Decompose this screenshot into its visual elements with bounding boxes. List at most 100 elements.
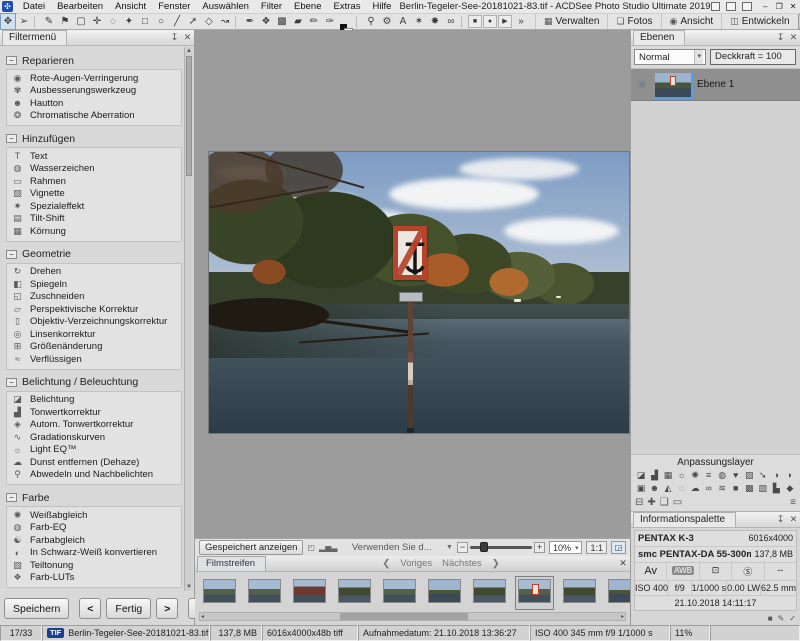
adj-gradient-icon[interactable]: ➘	[757, 470, 769, 481]
stop-button-icon[interactable]: ■	[468, 15, 482, 28]
menu-item[interactable]: Hilfe	[366, 0, 397, 14]
thumbnail-image[interactable]	[563, 579, 596, 603]
zoom-level-select[interactable]: 10% ▾	[549, 541, 583, 554]
blend-mode-select[interactable]: Normal ▾	[634, 49, 706, 65]
close-filmstrip-icon[interactable]: ✕	[616, 558, 630, 569]
pin-icon[interactable]: ↧	[168, 32, 181, 43]
filter-item[interactable]: ✾ Ausbesserungswerkzeug	[11, 85, 181, 98]
filmstrip-thumbnail[interactable]	[470, 576, 509, 610]
menu-item[interactable]: Fenster	[152, 0, 196, 14]
paint-tool-icon[interactable]: ❖	[258, 14, 274, 29]
play-button-icon[interactable]: ▶	[498, 15, 512, 28]
scroll-right-icon[interactable]: ▸	[621, 613, 624, 621]
polygon-tool-icon[interactable]: ◇	[201, 14, 217, 29]
hand-tool-icon[interactable]: ✥	[0, 13, 16, 30]
smart-brush-icon[interactable]: ✎	[41, 14, 57, 29]
filmstrip-thumbnail[interactable]	[560, 576, 599, 610]
collapse-icon[interactable]: −	[6, 250, 17, 259]
separator[interactable]	[235, 16, 240, 28]
filter-item[interactable]: T Text	[11, 150, 181, 163]
layer-visibility-icon[interactable]: ◉	[635, 79, 649, 90]
adj-vibrance-icon[interactable]: ▣	[635, 483, 647, 494]
filter-item[interactable]: ◍ Farb-EQ	[11, 522, 181, 535]
layer-thumbnail[interactable]	[655, 73, 691, 97]
dodge-tool-icon[interactable]: ✏	[306, 14, 322, 29]
close-button[interactable]: ✕	[786, 0, 800, 14]
chevron-down-icon[interactable]: ▾	[694, 50, 703, 64]
filter-item[interactable]: ◐ In Schwarz-Weiß konvertieren	[11, 547, 181, 560]
collapse-icon[interactable]: −	[6, 378, 17, 387]
filter-item[interactable]: ◧ Spiegeln	[11, 278, 181, 291]
filter-item[interactable]: ≈ Verflüssigen	[11, 353, 181, 366]
image-canvas[interactable]	[195, 30, 631, 538]
rectangle-tool-icon[interactable]: □	[137, 14, 153, 29]
next-button[interactable]: Nächstes	[442, 558, 482, 569]
adj-white-balance-icon[interactable]: ✺	[689, 470, 701, 481]
chevron-down-icon[interactable]: ▼	[446, 544, 453, 551]
filter-item[interactable]: ◍ Wasserzeichen	[11, 163, 181, 176]
close-panel-icon[interactable]: ✕	[181, 32, 194, 43]
adj-curves-icon[interactable]: ▦	[662, 470, 674, 481]
actual-size-button[interactable]: 1:1	[586, 541, 607, 554]
filter-panel-tab[interactable]: Filtermenü	[2, 30, 67, 45]
separator[interactable]	[461, 16, 466, 28]
filmstrip-thumbnail[interactable]	[380, 576, 419, 610]
adj-sharpen-icon[interactable]: ◭	[662, 483, 674, 494]
adj-dodge-burn-icon[interactable]: ◑	[770, 470, 782, 481]
chevron-right-icon[interactable]: ❯	[492, 558, 500, 569]
histogram-icon[interactable]: ▂▅▃	[319, 543, 337, 552]
adj-photo-effect-icon[interactable]: ▨	[743, 470, 755, 481]
chevron-left-icon[interactable]: ❮	[382, 558, 390, 569]
arrow-tool-icon[interactable]: ➚	[185, 14, 201, 29]
collapse-icon[interactable]: −	[6, 134, 17, 143]
zoom-in-button[interactable]: +	[534, 542, 545, 553]
thumbnail-image[interactable]	[248, 579, 281, 603]
menu-item[interactable]: Auswählen	[196, 0, 254, 14]
filter-item[interactable]: ◱ Zuschneiden	[11, 291, 181, 304]
adj-blur-icon[interactable]: ◌	[676, 483, 688, 494]
settings-gear-icon[interactable]: ⚙	[379, 14, 395, 29]
collapse-icon[interactable]: −	[6, 56, 17, 65]
menu-item[interactable]: Datei	[17, 0, 51, 14]
stop-icon[interactable]: ■	[768, 614, 773, 623]
section-header[interactable]: − Reparieren	[6, 52, 182, 69]
filmstrip-thumbnail[interactable]	[425, 576, 464, 610]
adj-dehaze-icon[interactable]: ☁	[689, 483, 701, 494]
duplicate-layer-icon[interactable]: ❏	[660, 497, 669, 508]
zoom-out-button[interactable]: −	[457, 542, 468, 553]
zoom-tool-icon[interactable]: ⚲	[363, 14, 379, 29]
prev-button[interactable]: <	[79, 598, 101, 619]
filter-item[interactable]: ◪ Belichtung	[11, 394, 181, 407]
filter-item[interactable]: ✷ Spezialeffekt	[11, 200, 181, 213]
scroll-down-icon[interactable]: ▼	[185, 583, 193, 591]
marquee-tool-icon[interactable]: ▢	[73, 14, 89, 29]
curve-tool-icon[interactable]: ↝	[217, 14, 233, 29]
expand-icon[interactable]: ◰	[307, 543, 315, 552]
filter-item[interactable]: ◉ Rote-Augen-Verringerung	[11, 72, 181, 85]
light-tool-icon[interactable]: ✸	[427, 14, 443, 29]
scrollbar-thumb[interactable]	[186, 56, 192, 176]
adj-split-tone-icon[interactable]: ◗	[784, 470, 796, 481]
section-header[interactable]: − Farbe	[6, 489, 182, 506]
scroll-left-icon[interactable]: ◂	[201, 613, 204, 621]
close-panel-icon[interactable]: ✕	[787, 514, 800, 525]
lasso-tool-icon[interactable]: ◌	[105, 14, 121, 29]
filter-item[interactable]: ▯ Objektiv-Verzeichnungskorrektur	[11, 316, 181, 329]
separator[interactable]	[34, 16, 39, 28]
filmstrip-thumbnail[interactable]	[200, 576, 239, 610]
filter-item[interactable]: ❂ Chromatische Aberration	[11, 110, 181, 123]
add-layer-icon[interactable]: ✚	[647, 497, 655, 508]
filter-item[interactable]: ↻ Drehen	[11, 266, 181, 279]
adj-light-eq-icon[interactable]: ☼	[676, 470, 688, 481]
mode-fotos[interactable]: ❏ Fotos	[607, 14, 660, 29]
adj-histogram-icon[interactable]: ▙	[770, 483, 782, 494]
filter-item[interactable]: ▭ Rahmen	[11, 175, 181, 188]
close-panel-icon[interactable]: ✕	[787, 32, 800, 43]
thumbnail-image[interactable]	[293, 579, 326, 603]
move-tool-icon[interactable]: ✛	[89, 14, 105, 29]
adj-levels-icon[interactable]: ▟	[649, 470, 661, 481]
check-icon[interactable]: ✓	[789, 614, 796, 623]
gradient-tool-icon[interactable]: ▩	[274, 14, 290, 29]
filter-item[interactable]: ☯ Farbabgleich	[11, 534, 181, 547]
layout-single-button[interactable]	[711, 2, 721, 11]
